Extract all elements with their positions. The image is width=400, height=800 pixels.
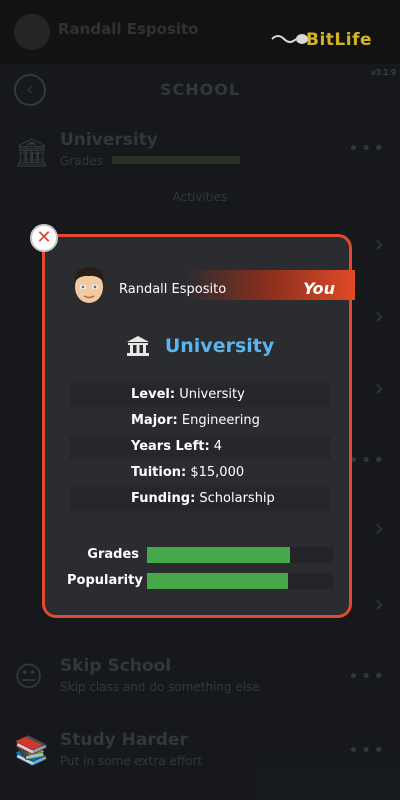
school-info-modal: Randall Esposito You University Level: U… [42,234,355,618]
school-title-row: University [45,335,355,357]
person-name: Randall Esposito [119,282,227,297]
info-label: Funding: [131,491,196,506]
close-button[interactable]: ✕ [30,224,58,252]
info-value: Scholarship [199,491,275,506]
info-label: Tuition: [131,465,187,480]
grades-label: Grades [87,547,139,562]
grades-bar [147,547,333,563]
info-value: University [179,387,245,402]
info-label: Years Left: [131,439,210,454]
info-label: Major: [131,413,178,428]
info-value: $15,000 [190,465,245,480]
popularity-bar [147,573,333,589]
info-row-funding: Funding: Scholarship [69,487,331,511]
info-row-years-left: Years Left: 4 [69,435,331,459]
avatar-face-icon [74,267,104,303]
university-icon [126,336,149,356]
info-label: Level: [131,387,176,402]
close-icon: ✕ [36,227,52,248]
popularity-bar-fill [147,573,289,589]
info-row-level: Level: University [69,383,331,407]
popularity-label: Popularity [67,573,143,588]
info-value: Engineering [181,413,260,428]
info-row-tuition: Tuition: $15,000 [69,461,331,485]
grades-bar-fill [147,547,291,563]
info-row-major: Major: Engineering [69,409,331,433]
school-name: University [164,335,275,357]
you-label: You [303,279,335,298]
info-value: 4 [213,439,223,454]
